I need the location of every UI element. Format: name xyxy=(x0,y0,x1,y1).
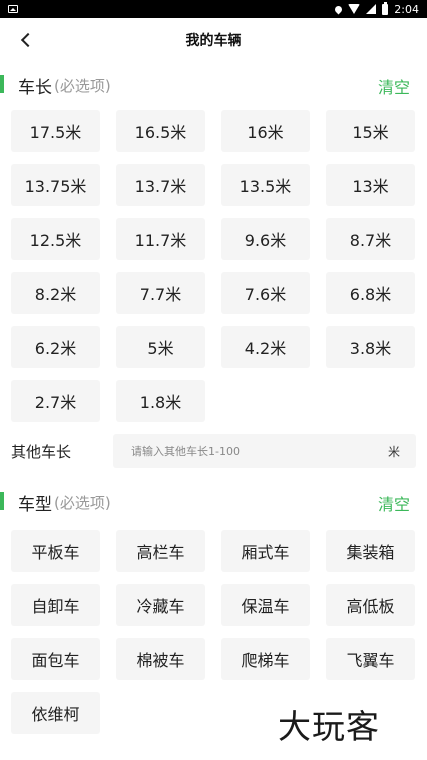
length-option-chip[interactable]: 13.75米 xyxy=(11,164,100,206)
vehicle-type-chip[interactable]: 高低板 xyxy=(326,584,415,626)
length-option-chip[interactable]: 9.6米 xyxy=(221,218,310,260)
length-option-chip[interactable]: 16.5米 xyxy=(116,110,205,152)
length-section-title: 车长 xyxy=(18,77,52,98)
vehicle-type-chip[interactable]: 平板车 xyxy=(11,530,100,572)
clear-type-button[interactable]: 清空 xyxy=(378,491,410,515)
vehicle-type-chip[interactable]: 保温车 xyxy=(221,584,310,626)
length-option-chip[interactable]: 3.8米 xyxy=(326,326,415,368)
vehicle-type-chip[interactable]: 集装箱 xyxy=(326,530,415,572)
signal-icon xyxy=(366,4,377,14)
length-option-chip[interactable]: 13米 xyxy=(326,164,415,206)
back-arrow-icon[interactable] xyxy=(18,30,38,50)
length-section-header: 车长 (必选项) 清空 xyxy=(0,65,427,105)
vehicle-type-chip[interactable]: 爬梯车 xyxy=(221,638,310,680)
length-option-chip[interactable]: 6.2米 xyxy=(11,326,100,368)
section-accent-bar xyxy=(0,492,4,510)
vehicle-type-chip[interactable]: 面包车 xyxy=(11,638,100,680)
other-length-label: 其他车长 xyxy=(11,442,72,461)
length-option-chip[interactable]: 7.6米 xyxy=(221,272,310,314)
length-option-chip[interactable]: 11.7米 xyxy=(116,218,205,260)
wifi-icon xyxy=(348,4,361,14)
length-section-subtitle: (必选项) xyxy=(54,76,111,95)
length-option-chip[interactable]: 6.8米 xyxy=(326,272,415,314)
image-notification-icon xyxy=(8,5,18,13)
type-section-header: 车型 (必选项) 清空 xyxy=(0,482,427,522)
other-length-unit: 米 xyxy=(387,444,400,459)
length-option-chip[interactable]: 2.7米 xyxy=(11,380,100,422)
status-time: 2:04 xyxy=(394,2,419,16)
vehicle-type-chip[interactable]: 厢式车 xyxy=(221,530,310,572)
battery-icon xyxy=(382,1,389,15)
length-option-chip[interactable]: 15米 xyxy=(326,110,415,152)
length-option-chip[interactable]: 12.5米 xyxy=(11,218,100,260)
other-length-field[interactable]: 米 xyxy=(113,434,416,468)
length-option-chip[interactable]: 16米 xyxy=(221,110,310,152)
length-options-grid: 17.5米 16.5米 16米 15米 13.75米 13.7米 13.5米 13米 12.5米… xyxy=(0,110,427,422)
vehicle-type-chip[interactable]: 飞翼车 xyxy=(326,638,415,680)
length-option-chip[interactable]: 13.5米 xyxy=(221,164,310,206)
watermark-logo: 大玩客 xyxy=(278,707,380,746)
length-option-chip[interactable]: 13.7米 xyxy=(116,164,205,206)
type-section-title: 车型 xyxy=(18,494,52,515)
location-icon xyxy=(333,4,344,14)
vehicle-type-chip[interactable]: 棉被车 xyxy=(116,638,205,680)
length-option-chip[interactable]: 4.2米 xyxy=(221,326,310,368)
section-accent-bar xyxy=(0,75,4,93)
other-length-input[interactable] xyxy=(129,443,388,459)
vehicle-type-chip[interactable]: 自卸车 xyxy=(11,584,100,626)
vehicle-type-chip[interactable]: 冷藏车 xyxy=(116,584,205,626)
other-length-row: 其他车长 米 xyxy=(0,434,427,468)
length-option-chip[interactable]: 1.8米 xyxy=(116,380,205,422)
length-option-chip[interactable]: 5米 xyxy=(116,326,205,368)
page-title: 我的车辆 xyxy=(185,33,242,49)
status-bar: 2:04 xyxy=(0,0,427,18)
length-option-chip[interactable]: 8.7米 xyxy=(326,218,415,260)
length-option-chip[interactable]: 17.5米 xyxy=(11,110,100,152)
vehicle-type-chip[interactable]: 高栏车 xyxy=(116,530,205,572)
length-option-chip[interactable]: 7.7米 xyxy=(116,272,205,314)
nav-bar: 我的车辆 xyxy=(0,18,427,62)
length-option-chip[interactable]: 8.2米 xyxy=(11,272,100,314)
clear-length-button[interactable]: 清空 xyxy=(378,74,410,98)
type-section-subtitle: (必选项) xyxy=(54,493,111,512)
vehicle-type-chip[interactable]: 依维柯 xyxy=(11,692,100,734)
